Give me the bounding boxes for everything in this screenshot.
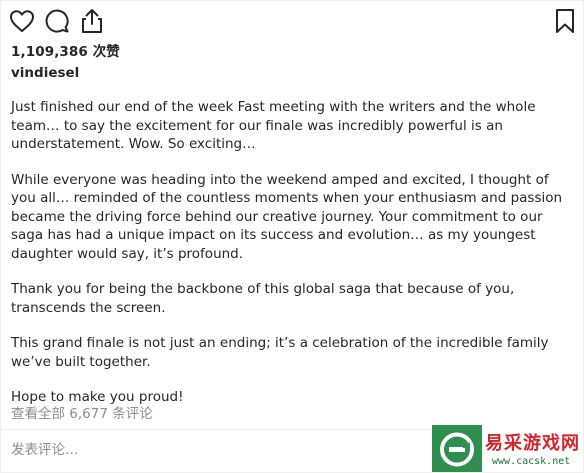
- likes-count[interactable]: 1,109,386 次赞: [11, 40, 120, 60]
- watermark-logo-icon: [432, 425, 482, 472]
- bookmark-icon[interactable]: [551, 7, 579, 35]
- view-all-comments-link[interactable]: 查看全部 6,677 条评论: [11, 402, 153, 422]
- comment-icon[interactable]: [43, 7, 71, 35]
- caption-paragraph: Just finished our end of the week Fast m…: [11, 99, 536, 152]
- post-panel: 1,109,386 次赞 vindiesel Just finished our…: [0, 0, 584, 473]
- caption-paragraph: While everyone was heading into the week…: [11, 171, 563, 262]
- action-bar: [1, 1, 583, 39]
- post-caption: Just finished our end of the week Fast m…: [11, 98, 576, 407]
- watermark-url: www.cacsk.net: [492, 456, 571, 467]
- share-icon[interactable]: [78, 7, 106, 35]
- comment-input[interactable]: [11, 437, 421, 463]
- watermark: 易采游戏网 www.cacsk.net: [432, 425, 583, 472]
- caption-paragraph: Thank you for being the backbone of this…: [11, 281, 515, 316]
- heart-icon[interactable]: [8, 7, 36, 35]
- username-link[interactable]: vindiesel: [11, 65, 79, 81]
- watermark-brand: 易采游戏网: [485, 433, 580, 454]
- caption-paragraph: This grand finale is not just an ending;…: [11, 335, 549, 370]
